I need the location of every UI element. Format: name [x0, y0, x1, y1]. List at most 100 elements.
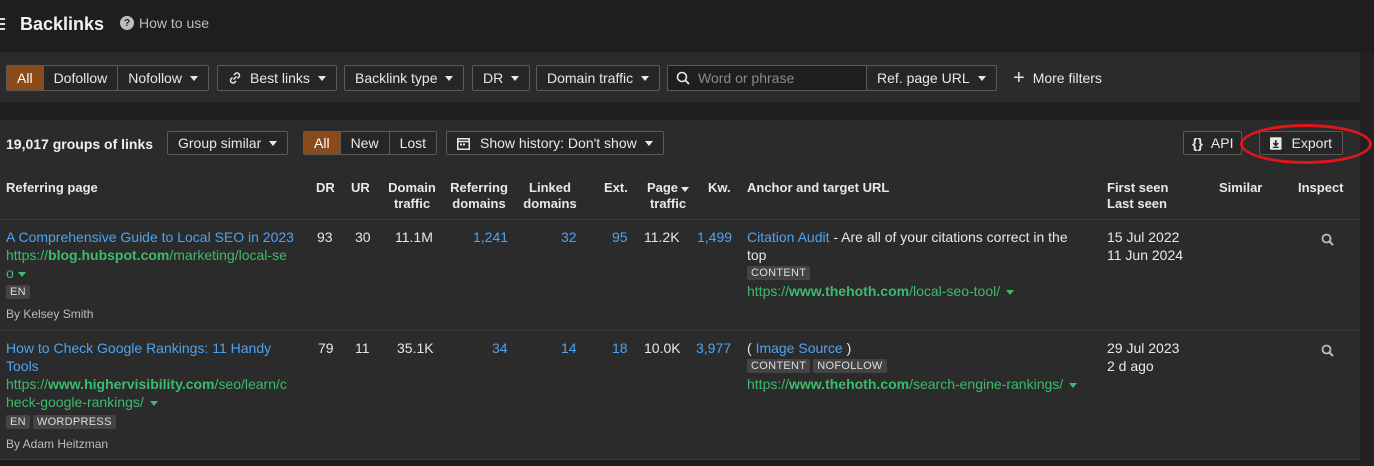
chevron-down-icon: [269, 140, 278, 146]
menu-icon[interactable]: [0, 18, 5, 31]
col-ext[interactable]: Ext.: [604, 180, 628, 196]
more-filters-button[interactable]: + More filters: [1013, 68, 1102, 88]
content-tag: CONTENT: [747, 266, 811, 280]
col-ur[interactable]: UR: [351, 180, 370, 196]
col-page-traffic[interactable]: Page traffic: [644, 180, 692, 212]
page-traffic-value: 10.0K: [644, 340, 681, 356]
show-history-label: Show history: Don't show: [480, 135, 637, 151]
anchor-link[interactable]: Image Source: [756, 340, 843, 356]
col-linked-domains-line1: Linked: [529, 180, 571, 195]
toggle-lost[interactable]: Lost: [388, 132, 437, 154]
anchor-cell: ( Image Source ) CONTENT NOFOLLOW https:/…: [747, 339, 1097, 393]
url-domain: www.highervisibility.com: [48, 376, 215, 392]
inspect-icon[interactable]: [1321, 344, 1335, 358]
col-domain-traffic-line1: Domain: [388, 180, 436, 195]
table-row: A Comprehensive Guide to Local SEO in 20…: [0, 220, 1360, 331]
url-prefix: https://: [6, 247, 49, 263]
table-row: How to Check Google Rankings: 11 Handy T…: [0, 331, 1360, 460]
target-url[interactable]: https://www.thehoth.com/local-seo-tool/: [747, 282, 1087, 300]
target-path: /search-engine-rankings/: [909, 376, 1064, 392]
url-domain: blog.hubspot.com: [48, 247, 170, 263]
col-anchor[interactable]: Anchor and target URL: [747, 180, 889, 196]
domain-traffic-value: 11.1M: [395, 229, 433, 245]
first-seen-value: 29 Jul 2023: [1107, 340, 1180, 356]
inspect-icon[interactable]: [1321, 233, 1335, 247]
api-button[interactable]: {} API: [1183, 131, 1243, 155]
chevron-down-icon: [644, 140, 653, 146]
show-history-dropdown[interactable]: Show history: Don't show: [446, 131, 664, 155]
anchor-line: Citation Audit - Are all of your citatio…: [747, 228, 1087, 246]
referring-page-url-cont[interactable]: o: [6, 264, 302, 282]
filter-nofollow[interactable]: Nofollow: [117, 66, 208, 90]
referring-domains-value[interactable]: 34: [492, 339, 508, 357]
backlink-type-dropdown[interactable]: Backlink type: [344, 65, 465, 91]
ref-page-url-dropdown[interactable]: Ref. page URL: [866, 65, 997, 91]
col-dr[interactable]: DR: [316, 180, 335, 196]
group-similar-label: Group similar: [178, 135, 262, 151]
referring-page-url[interactable]: https://www.highervisibility.com/seo/lea…: [6, 375, 302, 393]
col-domain-traffic[interactable]: Domain traffic: [386, 180, 438, 212]
chevron-down-icon: [149, 400, 158, 406]
domain-traffic-dropdown[interactable]: Domain traffic: [536, 65, 661, 91]
target-prefix: https://: [747, 376, 790, 392]
col-similar[interactable]: Similar: [1219, 180, 1262, 196]
chevron-down-icon: [17, 271, 26, 277]
referring-page-url-cont[interactable]: heck-google-rankings/: [6, 393, 302, 411]
filter-dofollow[interactable]: Dofollow: [42, 66, 118, 90]
col-last-seen: Last seen: [1107, 196, 1167, 211]
filter-all[interactable]: All: [7, 66, 43, 90]
ext-value[interactable]: 95: [612, 228, 628, 246]
toggle-all[interactable]: All: [304, 132, 340, 154]
how-to-use-label: How to use: [139, 15, 210, 31]
col-linked-domains[interactable]: Linked domains: [522, 180, 578, 212]
title-line1: How to Check Google Rankings: 11 Handy: [6, 340, 272, 356]
toggle-new[interactable]: New: [339, 132, 389, 154]
target-prefix: https://: [747, 283, 790, 299]
chevron-down-icon: [641, 75, 650, 81]
target-domain: www.thehoth.com: [789, 283, 910, 299]
anchor-link[interactable]: Citation Audit: [747, 229, 830, 245]
anchor-cell: Citation Audit - Are all of your citatio…: [747, 228, 1087, 300]
anchor-open: (: [747, 340, 756, 356]
ext-value[interactable]: 18: [612, 339, 628, 357]
referring-page-title[interactable]: How to Check Google Rankings: 11 Handy T…: [6, 339, 302, 375]
tags: EN: [6, 283, 302, 299]
more-filters-label: More filters: [1032, 70, 1102, 86]
search-input[interactable]: [698, 70, 858, 86]
linked-domains-value[interactable]: 32: [561, 228, 577, 246]
last-seen-value: 11 Jun 2024: [1107, 247, 1184, 263]
group-similar-dropdown[interactable]: Group similar: [167, 131, 289, 155]
referring-page-cell: A Comprehensive Guide to Local SEO in 20…: [6, 228, 302, 323]
col-referring-page[interactable]: Referring page: [6, 180, 98, 196]
url-path: /marketing/local-se: [169, 247, 287, 263]
page-header: Backlinks ? How to use: [0, 0, 1374, 52]
how-to-use-link[interactable]: ? How to use: [120, 15, 209, 31]
col-linked-domains-line2: domains: [523, 196, 577, 211]
chevron-down-icon: [445, 75, 454, 81]
referring-domains-value[interactable]: 1,241: [473, 228, 508, 246]
tags: EN WORDPRESS: [6, 413, 302, 429]
col-first-last-seen[interactable]: First seen Last seen: [1107, 180, 1168, 212]
anchor-tags: CONTENT: [747, 264, 1087, 280]
referring-page-url[interactable]: https://blog.hubspot.com/marketing/local…: [6, 246, 302, 264]
col-referring-domains[interactable]: Referring domains: [449, 180, 509, 212]
best-links-dropdown[interactable]: Best links: [217, 65, 337, 91]
target-url[interactable]: https://www.thehoth.com/search-engine-ra…: [747, 375, 1097, 393]
chevron-down-icon: [977, 75, 986, 81]
author: By Adam Heitzman: [6, 437, 109, 451]
nofollow-label: Nofollow: [128, 70, 182, 86]
url-path: /seo/learn/c: [214, 376, 287, 392]
kw-value[interactable]: 3,977: [696, 339, 731, 357]
braces-icon: {}: [1192, 135, 1203, 151]
author: By Kelsey Smith: [6, 307, 94, 321]
col-kw[interactable]: Kw.: [708, 180, 731, 196]
linked-domains-value[interactable]: 14: [561, 339, 577, 357]
dr-dropdown[interactable]: DR: [472, 65, 531, 91]
calendar-icon: [457, 137, 470, 150]
col-inspect[interactable]: Inspect: [1298, 180, 1344, 196]
col-referring-domains-line1: Referring: [450, 180, 508, 195]
content-tag: CONTENT: [747, 359, 811, 373]
referring-page-title[interactable]: A Comprehensive Guide to Local SEO in 20…: [6, 228, 302, 246]
kw-value[interactable]: 1,499: [697, 228, 732, 246]
nofollow-tag: NOFOLLOW: [813, 359, 887, 373]
